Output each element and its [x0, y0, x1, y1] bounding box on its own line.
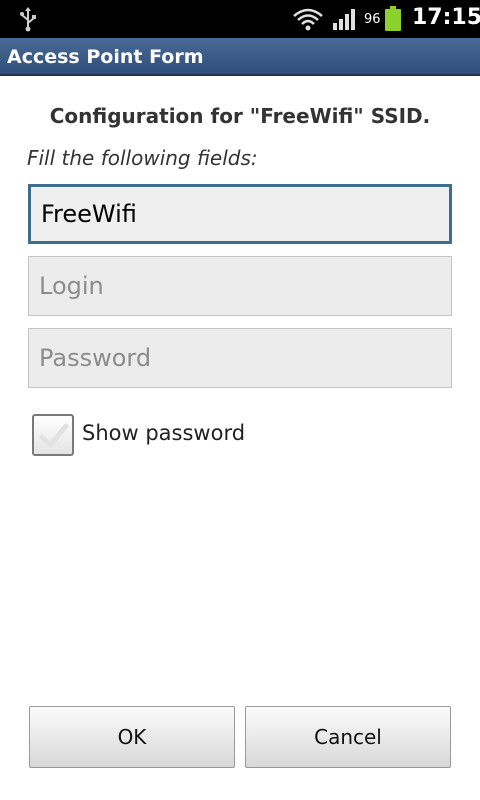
form-heading: Configuration for "FreeWifi" SSID.	[49, 104, 431, 128]
usb-icon	[20, 7, 36, 32]
battery-percent: 96	[364, 12, 381, 27]
form-instruction: Fill the following fields:	[27, 146, 258, 170]
password-field[interactable]	[28, 328, 452, 388]
battery-icon	[385, 6, 401, 31]
cancel-button[interactable]: Cancel	[245, 706, 451, 768]
wifi-icon	[293, 8, 323, 31]
ok-button[interactable]: OK	[29, 706, 235, 768]
signal-icon	[333, 9, 355, 30]
login-field[interactable]	[28, 256, 452, 316]
window-title: Access Point Form	[7, 46, 204, 68]
status-bar: 96 17:15	[0, 0, 480, 38]
ssid-field[interactable]	[28, 184, 452, 244]
title-bar: Access Point Form	[0, 38, 480, 76]
check-icon	[39, 423, 69, 448]
show-password-checkbox[interactable]	[32, 414, 74, 456]
clock: 17:15	[412, 5, 480, 30]
show-password-label: Show password	[82, 421, 246, 445]
